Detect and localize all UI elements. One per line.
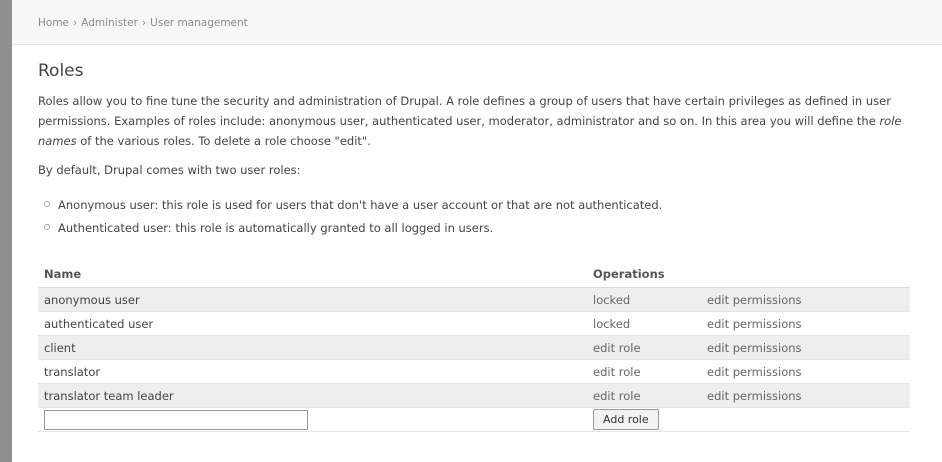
edit-role-link[interactable]: edit role	[587, 383, 701, 408]
breadcrumb-separator: ›	[73, 17, 78, 29]
page-title: Roles	[38, 61, 84, 81]
role-name: anonymous user	[38, 287, 587, 312]
bullet-icon	[44, 201, 50, 207]
intro-text-1: Roles allow you to fine tune the securit…	[38, 94, 866, 108]
table-row: translator team leader edit role edit pe…	[38, 383, 910, 408]
empty-cell	[701, 407, 910, 432]
breadcrumb-separator: ›	[141, 17, 147, 29]
breadcrumb-user-management[interactable]: User management	[150, 17, 248, 29]
list-item-text: Authenticated user: this role is automat…	[58, 221, 494, 235]
edit-role-link[interactable]: edit role	[587, 359, 701, 384]
edit-permissions-link[interactable]: edit permissions	[701, 311, 910, 336]
roles-table: Name Operations anonymous user locked ed…	[38, 261, 910, 432]
left-edge-bar	[0, 0, 12, 462]
default-roles-list: Anonymous user: this role is used for us…	[44, 194, 662, 240]
new-role-cell	[38, 407, 587, 432]
column-header-operations: Operations	[587, 261, 701, 288]
column-header-operations-2	[701, 261, 910, 288]
edit-permissions-link[interactable]: edit permissions	[701, 383, 910, 408]
breadcrumb: Home › Administer › User management	[38, 17, 248, 29]
breadcrumb-home[interactable]: Home	[38, 17, 69, 29]
edit-permissions-link[interactable]: edit permissions	[701, 335, 910, 360]
role-name: authenticated user	[38, 311, 587, 336]
add-role-button[interactable]: Add role	[593, 409, 659, 430]
intro-text-2: . Examples of roles include: anonymous u…	[106, 114, 880, 128]
list-item: Anonymous user: this role is used for us…	[44, 194, 662, 217]
new-role-name-input[interactable]	[44, 409, 308, 430]
edit-role-link[interactable]: edit role	[587, 335, 701, 360]
new-role-row: Add role	[38, 407, 910, 432]
bullet-icon	[44, 224, 50, 230]
default-roles-intro: By default, Drupal comes with two user r…	[38, 163, 301, 177]
role-name: client	[38, 335, 587, 360]
column-header-name: Name	[38, 261, 587, 288]
role-status-locked: locked	[587, 287, 701, 312]
table-row: anonymous user locked edit permissions	[38, 287, 910, 312]
roles-description: Roles allow you to fine tune the securit…	[38, 91, 933, 151]
list-item: Authenticated user: this role is automat…	[44, 217, 662, 240]
edit-permissions-link[interactable]: edit permissions	[701, 359, 910, 384]
table-header-row: Name Operations	[38, 261, 910, 288]
breadcrumb-administer[interactable]: Administer	[81, 17, 138, 29]
table-row: authenticated user locked edit permissio…	[38, 311, 910, 336]
table-row: translator edit role edit permissions	[38, 359, 910, 384]
intro-text-3: of the various roles. To delete a role c…	[76, 134, 371, 148]
breadcrumb-bar: Home › Administer › User management	[12, 0, 942, 45]
table-row: client edit role edit permissions	[38, 335, 910, 360]
role-status-locked: locked	[587, 311, 701, 336]
add-role-cell: Add role	[587, 407, 701, 432]
role-name: translator team leader	[38, 383, 587, 408]
edit-permissions-link[interactable]: edit permissions	[701, 287, 910, 312]
role-name: translator	[38, 359, 587, 384]
list-item-text: Anonymous user: this role is used for us…	[58, 198, 663, 212]
